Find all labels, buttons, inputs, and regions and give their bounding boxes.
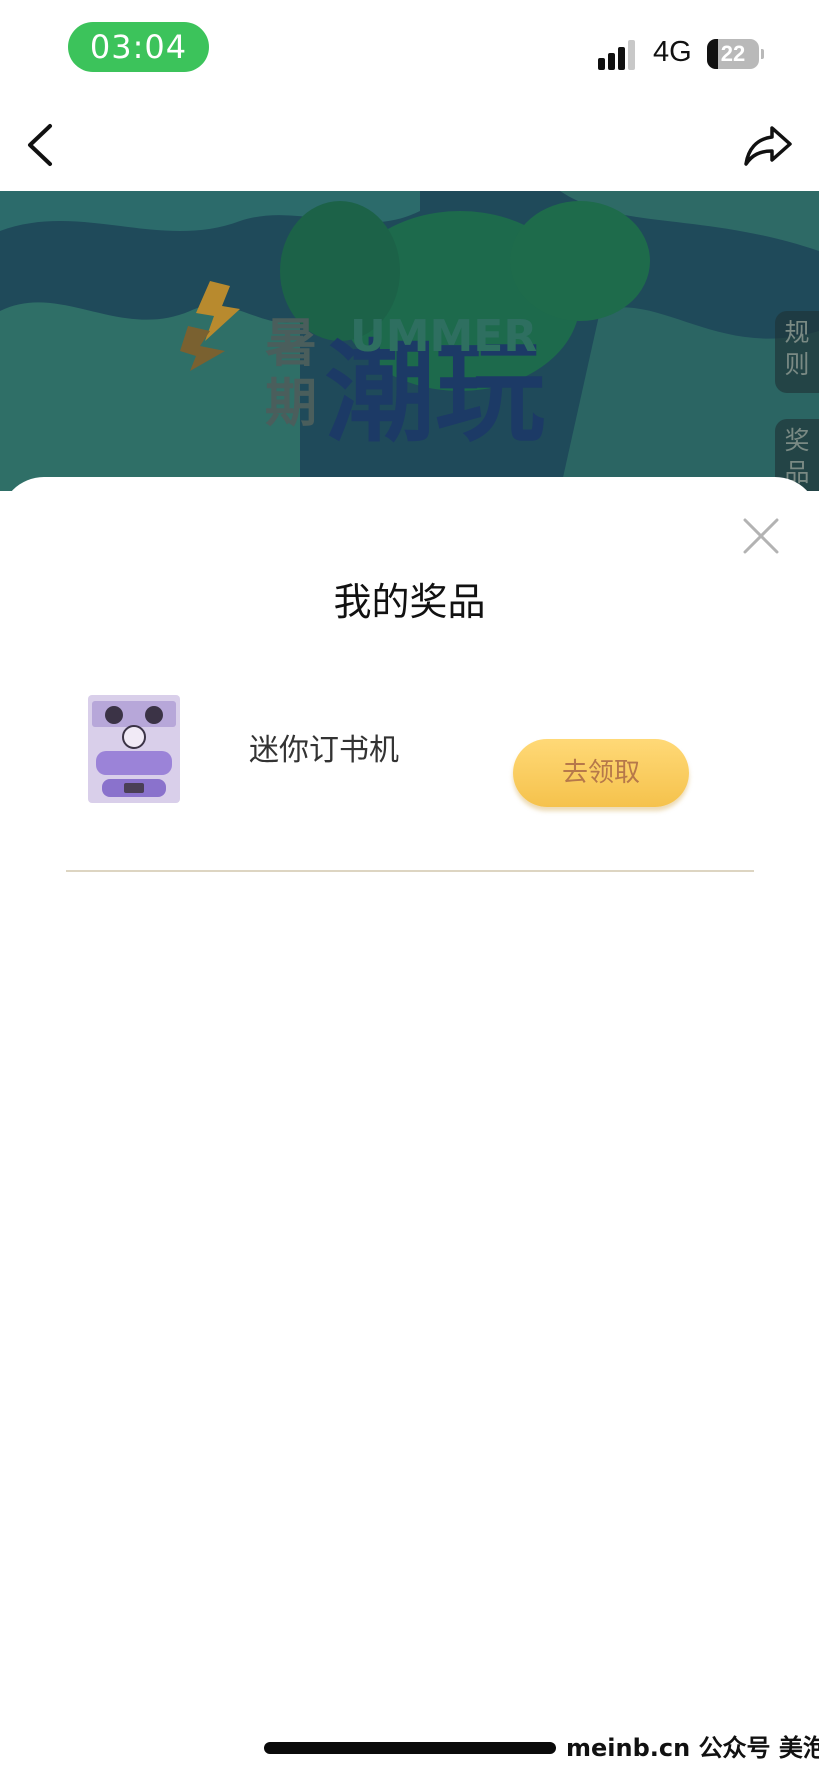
prize-divider (66, 870, 754, 872)
my-prizes-sheet: 我的奖品 迷你订书机 去领取 (0, 477, 819, 1772)
close-icon[interactable] (741, 516, 781, 556)
battery-icon: 22 (707, 39, 759, 69)
svg-text:UMMER: UMMER (350, 311, 537, 362)
claim-prize-button[interactable]: 去领取 (513, 739, 689, 807)
svg-text:暑: 暑 (265, 314, 317, 374)
prize-thumbnail (88, 695, 180, 803)
battery-tip (761, 49, 764, 59)
rules-tab-label: 规则 (784, 318, 810, 379)
signal-strength-icon (598, 40, 640, 70)
battery-level: 22 (720, 41, 746, 66)
prize-name: 迷你订书机 (249, 733, 399, 768)
chevron-left-icon[interactable] (22, 122, 62, 168)
status-time: 03:04 (68, 22, 209, 72)
screen: 03:04 4G 22 暑 期 潮玩 UMMER 规则 奖品 我的奖品 迷你订书… (0, 0, 819, 1772)
rules-tab[interactable]: 规则 (775, 311, 819, 393)
watermark: meinb.cn 公众号 美泡君 (566, 1734, 819, 1762)
svg-text:期: 期 (265, 374, 317, 434)
event-banner: 暑 期 潮玩 UMMER 规则 奖品 (0, 191, 819, 491)
share-arrow-icon[interactable] (742, 122, 794, 168)
nav-bar (0, 100, 819, 191)
network-type: 4G (653, 36, 692, 68)
sheet-title: 我的奖品 (333, 580, 486, 624)
banner-artwork: 暑 期 潮玩 UMMER (0, 191, 819, 491)
home-indicator[interactable] (264, 1742, 556, 1754)
status-bar: 03:04 4G 22 (0, 0, 819, 100)
